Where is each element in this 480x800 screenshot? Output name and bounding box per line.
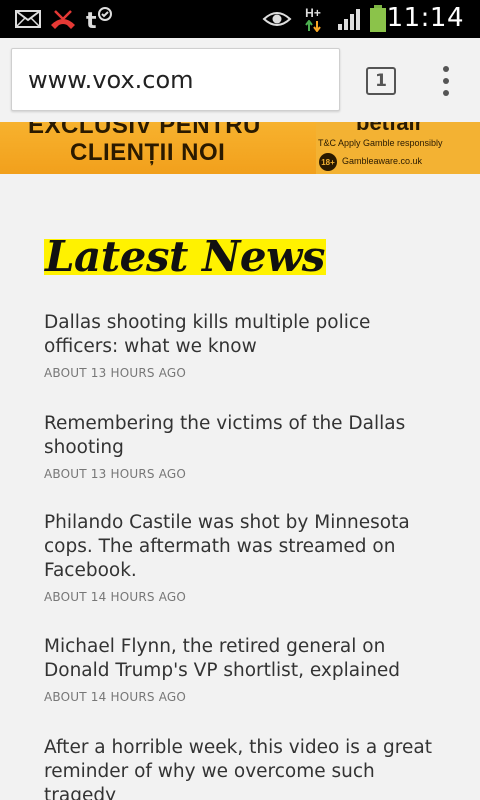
- status-bar: t H+ 11:14: [0, 0, 480, 38]
- mail-icon: [14, 5, 42, 33]
- tmobile-icon: t: [85, 5, 113, 33]
- ad-banner[interactable]: EXCLUSIV PENTRU CLIENȚII NOI betfair T&C…: [0, 122, 480, 174]
- section-title-text: Latest News: [45, 232, 325, 281]
- news-item[interactable]: Philando Castile was shot by Minnesota co…: [44, 511, 444, 604]
- data-type-label: H+: [305, 5, 321, 20]
- signal-icon: [336, 5, 364, 33]
- tab-switcher-button[interactable]: 1: [366, 67, 396, 95]
- status-clock: 11:14: [386, 3, 464, 33]
- ad-brand-panel[interactable]: betfair T&C Apply Gamble responsibly 18+…: [316, 122, 480, 174]
- news-timestamp: ABOUT 13 HOURS AGO: [44, 467, 187, 481]
- news-headline[interactable]: Remembering the victims of the Dallas sho…: [44, 412, 444, 460]
- ad-terms: T&C Apply Gamble responsibly: [318, 138, 443, 148]
- eye-icon: [262, 5, 292, 33]
- news-item[interactable]: Dallas shooting kills multiple police off…: [44, 311, 444, 380]
- ad-headline-line2: CLIENȚII NOI: [70, 139, 226, 166]
- ad-promo-panel[interactable]: EXCLUSIV PENTRU CLIENȚII NOI: [0, 122, 316, 174]
- hplus-data-icon: H+: [302, 5, 324, 33]
- news-item[interactable]: After a horrible week, this video is a g…: [44, 736, 444, 800]
- age-badge-icon: 18+: [319, 153, 337, 171]
- address-bar[interactable]: www.vox.com: [11, 48, 340, 111]
- svg-text:t: t: [86, 9, 97, 31]
- url-text[interactable]: www.vox.com: [28, 66, 194, 94]
- ad-headline-line1: EXCLUSIV PENTRU: [28, 122, 261, 139]
- overflow-menu-icon[interactable]: [434, 64, 458, 98]
- news-headline[interactable]: Michael Flynn, the retired general on Don…: [44, 635, 444, 683]
- ad-gambleaware: Gambleaware.co.uk: [342, 156, 423, 166]
- news-headline[interactable]: Philando Castile was shot by Minnesota co…: [44, 511, 444, 583]
- browser-toolbar: www.vox.com 1: [0, 38, 480, 122]
- section-title: Latest News: [44, 232, 326, 282]
- news-item[interactable]: Michael Flynn, the retired general on Don…: [44, 635, 444, 704]
- battery-icon: [368, 5, 388, 33]
- news-item[interactable]: Remembering the victims of the Dallas sho…: [44, 412, 444, 481]
- news-timestamp: ABOUT 13 HOURS AGO: [44, 366, 187, 380]
- news-timestamp: ABOUT 14 HOURS AGO: [44, 690, 187, 704]
- missed-call-icon: [48, 5, 78, 33]
- news-headline[interactable]: Dallas shooting kills multiple police off…: [44, 311, 444, 359]
- page-content: Latest News Dallas shooting kills multip…: [0, 174, 480, 800]
- news-timestamp: ABOUT 14 HOURS AGO: [44, 590, 187, 604]
- news-headline[interactable]: After a horrible week, this video is a g…: [44, 736, 444, 800]
- ad-brand-logo: betfair: [356, 122, 424, 135]
